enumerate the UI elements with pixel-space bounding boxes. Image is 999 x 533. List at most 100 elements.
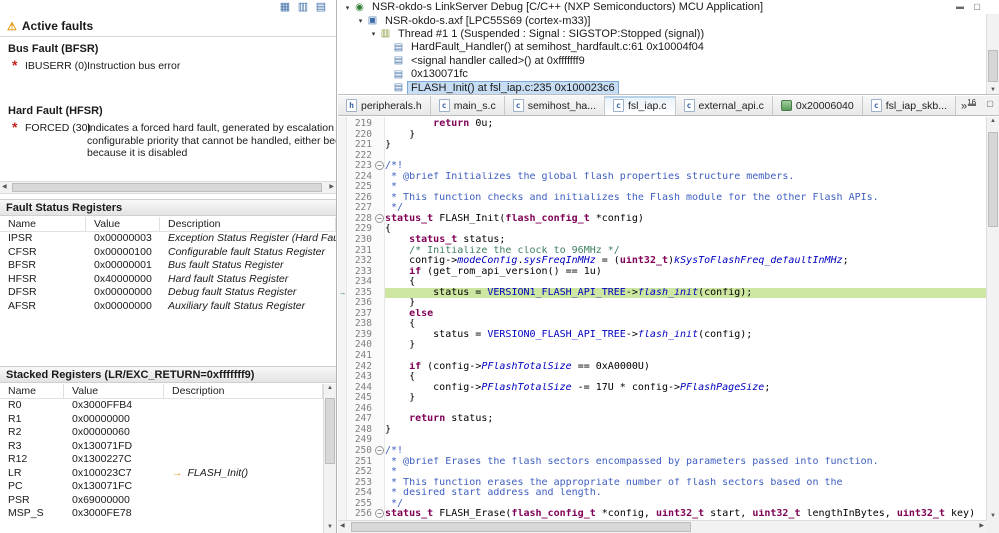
register-row[interactable]: IPSR 0x00000003 Exception Status Register …	[0, 232, 336, 246]
register-row[interactable]: BFSR 0x00000001 Bus fault Status Register	[0, 259, 336, 273]
scroll-down-icon[interactable]	[987, 513, 999, 519]
code-line[interactable]: 255 */	[347, 498, 986, 510]
code-line[interactable]: 235 status = VERSION1_FLASH_API_TREE->fl…	[347, 287, 986, 299]
scroll-down-icon[interactable]	[987, 87, 999, 93]
code-line[interactable]: 245 }	[347, 393, 986, 404]
maximize-icon[interactable]	[971, 1, 983, 13]
debug-tree-row[interactable]: NSR-okdo-s.axf [LPC55S69 (cortex-m33)]	[338, 14, 999, 27]
code-line[interactable]: 228− status_t FLASH_Init(flash_config_t *…	[347, 213, 986, 225]
register-row[interactable]: AFSR 0x00000000 Auxiliary fault Status Reg…	[0, 300, 336, 314]
code-line[interactable]: 231 /* Initialize the clock to 96MHz */	[347, 245, 986, 257]
code-line[interactable]: 222	[347, 150, 986, 162]
column-header-name[interactable]: Name	[0, 384, 64, 398]
fold-collapse-icon[interactable]: −	[375, 213, 384, 223]
code-line[interactable]: 226 * This function checks and initializ…	[347, 192, 986, 204]
code-line[interactable]: 234 {	[347, 277, 986, 288]
code-line[interactable]: 237 else	[347, 308, 986, 320]
code-line[interactable]: 244 config->PFlashTotalSize -= 17U * con…	[347, 382, 986, 394]
code-line[interactable]: 223−/*!	[347, 161, 986, 172]
code-line[interactable]: 241	[347, 350, 986, 362]
code-line[interactable]: 256− status_t FLASH_Erase(flash_config_t …	[347, 509, 986, 520]
register-row[interactable]: R12 0x1300227C	[0, 453, 323, 467]
line-number[interactable]: 252	[347, 466, 374, 478]
code-line[interactable]: 230 status_t status;	[347, 234, 986, 246]
debug-tree-row[interactable]: <signal handler called>() at 0xfffffff9	[338, 55, 999, 68]
code-line[interactable]: 236 }	[347, 298, 986, 309]
scrollbar-thumb[interactable]	[988, 132, 998, 227]
editor-horizontal-scrollbar[interactable]	[338, 520, 986, 533]
scrollbar-thumb[interactable]	[325, 398, 335, 464]
fault-item[interactable]: IBUSERR (0)Instruction bus error	[0, 58, 336, 73]
scrollbar-thumb[interactable]	[988, 50, 998, 82]
collapse-icon[interactable]	[368, 30, 379, 38]
debug-tree-row[interactable]: Thread #1 1 (Suspended : Signal : SIGSTO…	[338, 28, 999, 41]
code-editor[interactable]: 219 return 0u;220 }221}222223−/*!224 * @…	[338, 117, 999, 533]
code-line[interactable]: 251 * @brief Erases the flash sectors en…	[347, 456, 986, 468]
grid-view-icon[interactable]: ▤	[314, 1, 328, 14]
split-view-icon[interactable]: ▥	[296, 1, 310, 14]
code-line[interactable]: 246	[347, 403, 986, 415]
debug-tree-row[interactable]: NSR-okdo-s LinkServer Debug [C/C++ (NXP …	[338, 1, 999, 14]
scroll-down-icon[interactable]	[324, 524, 336, 530]
editor-vertical-scrollbar[interactable]	[986, 117, 999, 520]
line-number[interactable]: 219	[347, 118, 374, 130]
code-line[interactable]: 233 if (get_rom_api_version() == 1u)	[347, 266, 986, 278]
column-header-description[interactable]: Description	[164, 384, 323, 398]
tab-0x20006040[interactable]: 0x20006040	[772, 96, 863, 115]
tab-peripherals-h[interactable]: h peripherals.h	[338, 96, 431, 115]
fold-collapse-icon[interactable]: −	[375, 509, 384, 519]
fold-collapse-icon[interactable]: −	[375, 161, 384, 171]
code-line[interactable]: 219 return 0u;	[347, 118, 986, 130]
line-number[interactable]: 250	[347, 445, 374, 457]
collapse-icon[interactable]	[342, 4, 353, 12]
debug-tree-row[interactable]: HardFault_Handler() at semihost_hardfaul…	[338, 41, 999, 54]
register-row[interactable]: PSR 0x69000000	[0, 494, 323, 508]
code-line[interactable]: 254 * desired start address and length.	[347, 488, 986, 499]
register-row[interactable]: CFSR 0x00000100 Configurable fault Status …	[0, 246, 336, 260]
fold-collapse-icon[interactable]: −	[375, 445, 384, 455]
code-line[interactable]: 248}	[347, 424, 986, 436]
scroll-left-icon[interactable]	[340, 521, 345, 532]
line-number[interactable]: 256	[347, 509, 374, 520]
code-line[interactable]: 220 }	[347, 129, 986, 141]
line-number[interactable]: 230	[347, 234, 374, 246]
register-row[interactable]: LR 0x100023C7 FLASH_Init()	[0, 467, 323, 481]
code-line[interactable]: 239 status = VERSION0_FLASH_API_TREE->fl…	[347, 329, 986, 341]
debug-scrollbar[interactable]	[986, 14, 999, 94]
register-row[interactable]: R3 0x130071FD	[0, 440, 323, 454]
code-line[interactable]: 240 }	[347, 340, 986, 351]
code-line[interactable]: 242 if (config->PFlashTotalSize == 0xA00…	[347, 361, 986, 373]
code-line[interactable]: 249	[347, 435, 986, 446]
code-line[interactable]: 232 config->modeConfig.sysFreqInMHz = (u…	[347, 256, 986, 267]
code-line[interactable]: 247 return status;	[347, 414, 986, 425]
register-row[interactable]: R1 0x00000000	[0, 413, 323, 427]
debug-tree-row[interactable]: 0x130071fc	[338, 68, 999, 81]
maximize-icon[interactable]	[984, 98, 996, 110]
code-line[interactable]: 253 * This function erases the appropria…	[347, 477, 986, 489]
tab-fsl-iap-c[interactable]: c fsl_iap.c	[605, 96, 676, 115]
tab-main-s-c[interactable]: c main_s.c	[430, 96, 505, 115]
line-number[interactable]: 241	[347, 350, 374, 362]
tab-external-api-c[interactable]: c external_api.c	[675, 96, 773, 115]
register-row[interactable]: R0 0x3000FFB4	[0, 399, 323, 413]
column-header-value[interactable]: Value	[86, 217, 160, 231]
tab-fsl-iap-skb-[interactable]: c fsl_iap_skb...	[862, 96, 957, 115]
fault-item[interactable]: FORCED (30)Indicates a forced hard fault…	[0, 120, 336, 160]
scroll-right-icon[interactable]	[979, 521, 984, 532]
scroll-up-icon[interactable]	[987, 118, 999, 124]
scrollbar-thumb[interactable]	[12, 183, 322, 192]
register-row[interactable]: R2 0x00000060	[0, 426, 323, 440]
stacked-registers-scrollbar[interactable]	[323, 384, 336, 533]
code-line[interactable]: 224 * @brief Initializes the global flas…	[347, 171, 986, 183]
code-line[interactable]: 229{	[347, 224, 986, 235]
table-view-icon[interactable]: ▦	[278, 1, 292, 14]
scrollbar-thumb[interactable]	[351, 522, 691, 532]
code-line[interactable]: 252 *	[347, 466, 986, 478]
code-line[interactable]: 221}	[347, 140, 986, 151]
minimize-icon[interactable]	[966, 98, 978, 110]
code-line[interactable]: 250−/*!	[347, 445, 986, 457]
column-header-description[interactable]: Description	[160, 217, 336, 231]
scroll-right-icon[interactable]	[329, 182, 334, 193]
tab-semihost-ha-[interactable]: c semihost_ha...	[504, 96, 606, 115]
scroll-up-icon[interactable]	[324, 385, 336, 391]
